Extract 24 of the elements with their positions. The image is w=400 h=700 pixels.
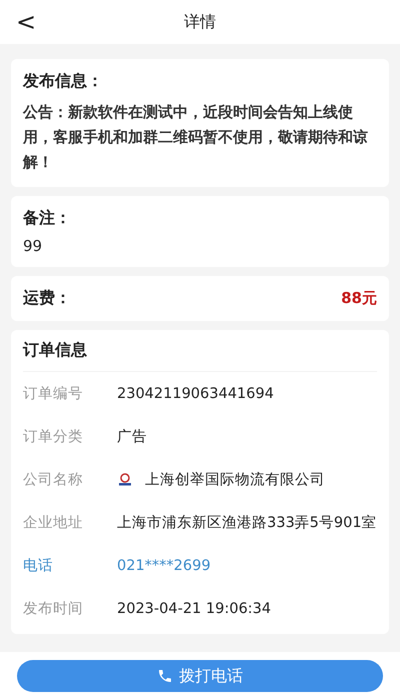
field-value: 上海市浦东新区渔港路333弄5号901室 [117,514,377,532]
field-value: 广告 [117,428,147,446]
notice-text: 公告：新款软件在测试中，近段时间会告知上线使用，客服手机和加群二维码暂不使用，敬请期待和谅解！ [23,102,369,173]
phone-icon [157,668,173,684]
company-logo-icon [117,472,133,486]
field-value: 23042119063441694 [117,384,274,404]
page-title: 详情 [184,12,216,32]
field-value: 上海创举国际物流有限公司 [145,470,325,490]
remark-value: 99 [23,237,44,255]
field-label: 订单编号 [23,385,84,403]
field-label: 订单分类 [23,428,84,446]
back-button[interactable]: < [12,8,40,36]
card-title: 订单信息 [23,340,377,372]
freight-label: 运费： [23,288,71,309]
card-title: 发布信息： [23,71,104,92]
field-label: 企业地址 [23,514,84,532]
field-label: 电话 [23,557,54,575]
card-title: 备注： [23,208,72,229]
field-value: 2023-04-21 19:06:34 [117,600,271,618]
freight-price: 88元 [341,289,377,308]
field-label: 发布时间 [23,600,84,618]
phone-link[interactable]: 021****2699 [117,554,211,576]
field-label: 公司名称 [23,471,84,489]
call-button[interactable]: 拨打电话 [17,660,383,692]
